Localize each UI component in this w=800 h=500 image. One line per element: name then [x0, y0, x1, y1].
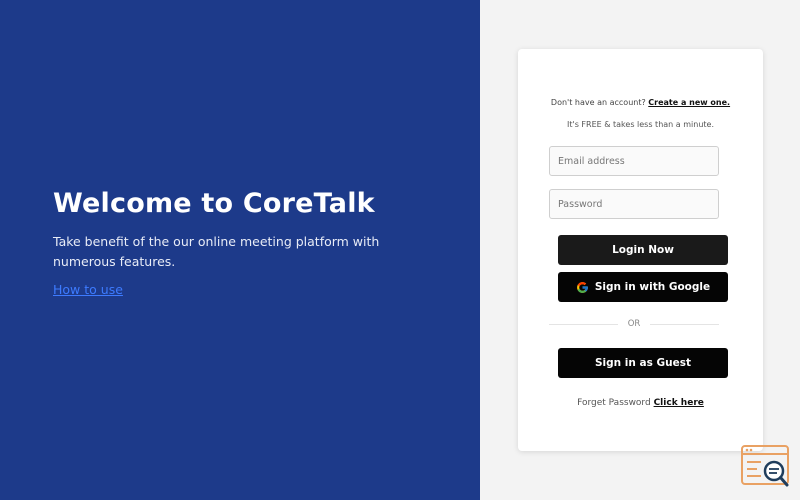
divider-line-left	[549, 323, 618, 325]
divider-line-right	[650, 323, 720, 325]
google-icon	[576, 281, 589, 294]
forget-password-row: Forget Password Click here	[518, 398, 763, 408]
guest-button-label: Sign in as Guest	[594, 357, 691, 369]
google-signin-button[interactable]: Sign in with Google	[558, 272, 728, 302]
email-field[interactable]	[549, 146, 719, 176]
login-area: Don't have an account? Create a new one.…	[480, 0, 800, 500]
forget-password-link[interactable]: Click here	[654, 398, 704, 408]
or-divider: OR	[549, 318, 720, 330]
google-button-label: Sign in with Google	[594, 281, 711, 293]
guest-signin-button[interactable]: Sign in as Guest	[558, 348, 728, 378]
hero-panel: Welcome to CoreTalk Take benefit of the …	[0, 0, 480, 500]
hero-subtitle: Take benefit of the our online meeting p…	[53, 234, 380, 269]
or-text: OR	[627, 319, 641, 329]
login-button[interactable]: Login Now	[558, 235, 728, 265]
signup-prefix: Don't have an account?	[550, 98, 646, 107]
forget-prefix: Forget Password	[577, 398, 651, 408]
login-button-label: Login Now	[612, 244, 674, 256]
search-window-icon	[741, 445, 793, 489]
signup-prompt: Don't have an account? Create a new one.	[518, 98, 763, 107]
hero-title: Welcome to CoreTalk	[53, 188, 375, 219]
create-account-link[interactable]: Create a new one.	[648, 98, 730, 107]
password-field[interactable]	[549, 189, 719, 219]
login-card: Don't have an account? Create a new one.…	[518, 49, 763, 451]
free-note: It's FREE & takes less than a minute.	[567, 120, 714, 129]
how-to-use-link[interactable]: How to use	[53, 282, 123, 297]
